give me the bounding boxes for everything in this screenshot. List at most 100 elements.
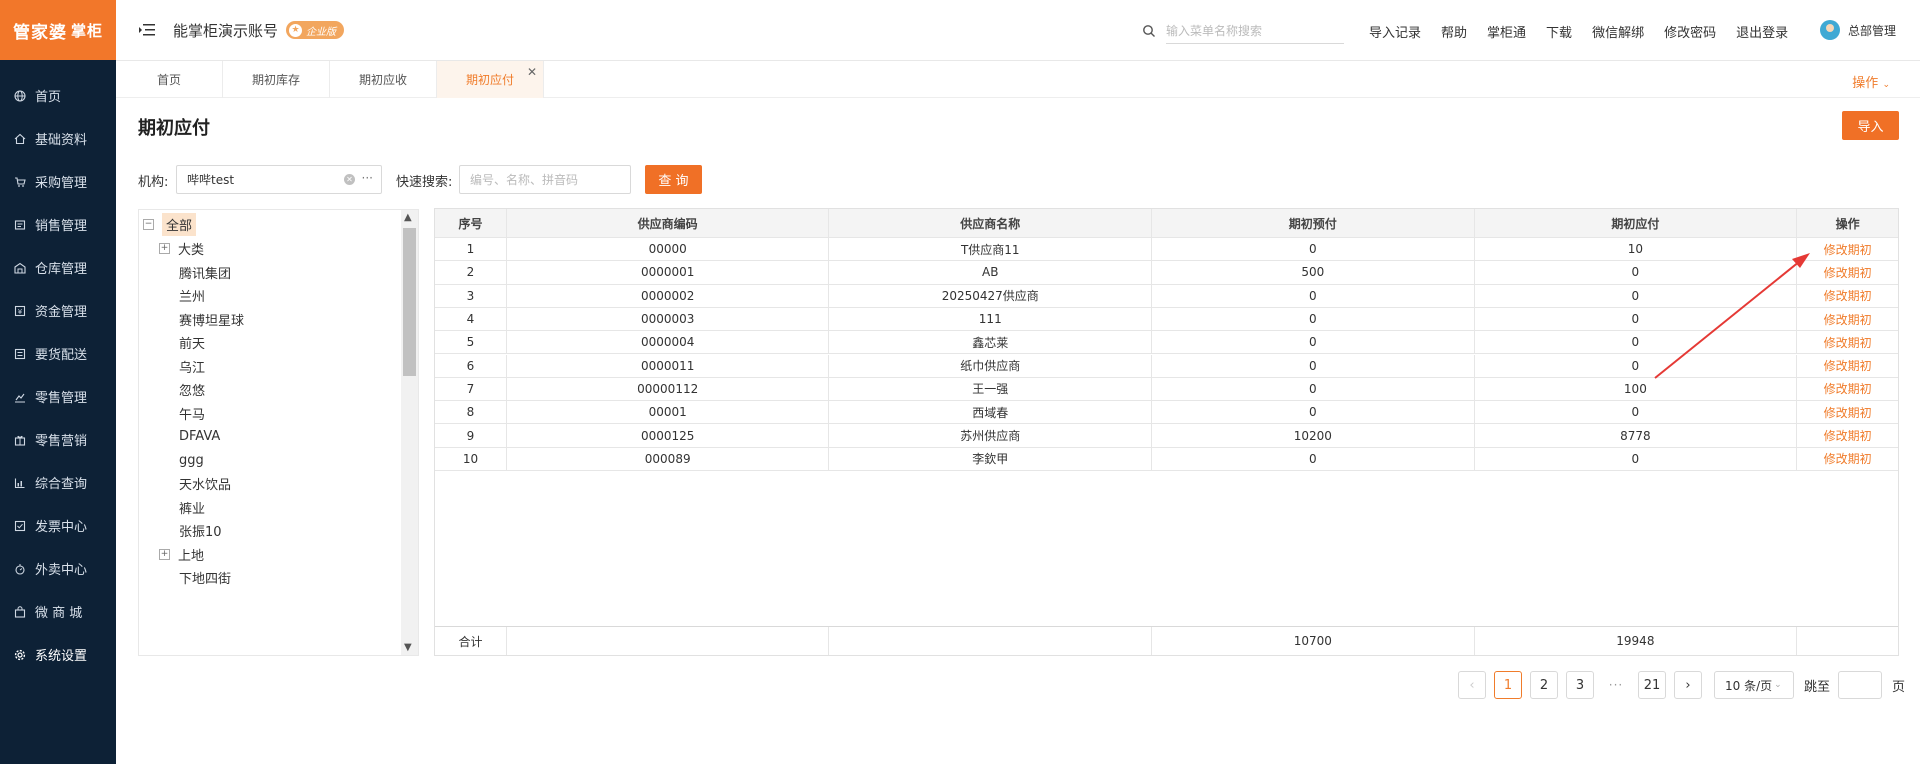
sidebar-item[interactable]: 销售管理 — [0, 203, 116, 246]
top-link[interactable]: 下载 — [1546, 22, 1572, 41]
tree-node[interactable]: 忽悠 — [179, 378, 205, 401]
top-link[interactable]: 修改密码 — [1664, 22, 1716, 41]
query-button[interactable]: 查 询 — [645, 165, 702, 194]
chart-icon — [14, 391, 26, 403]
edit-opening-link[interactable]: 修改期初 — [1824, 427, 1872, 444]
sidebar-item[interactable]: 要货配送 — [0, 332, 116, 375]
jump-input[interactable] — [1838, 671, 1883, 699]
menu-search-input[interactable] — [1166, 18, 1344, 44]
sidebar-item[interactable]: 外卖中心 — [0, 547, 116, 590]
tab-opening-receivable[interactable]: 期初应收 — [330, 61, 437, 98]
page-button[interactable]: 1 — [1494, 671, 1522, 699]
sidebar-item[interactable]: 微 商 城 — [0, 590, 116, 633]
sidebar-item[interactable]: 零售营销 — [0, 418, 116, 461]
tree-node-root[interactable]: − 全部 — [143, 213, 197, 236]
sidebar-item[interactable]: 仓库管理 — [0, 246, 116, 289]
sidebar-item[interactable]: 基础资料 — [0, 117, 116, 160]
quick-search-label: 快速搜索: — [396, 175, 453, 190]
edition-label: 企业版 — [306, 26, 337, 38]
edit-opening-cell: 修改期初 — [1797, 261, 1898, 283]
org-selector[interactable]: 哔哔test ✕ ··· — [176, 165, 382, 194]
tab-label: 首页 — [156, 73, 181, 87]
prev-page-button[interactable]: ‹ — [1458, 671, 1486, 699]
user-menu[interactable]: 总部管理 — [1819, 20, 1896, 40]
edit-opening-link[interactable]: 修改期初 — [1824, 241, 1872, 258]
table-cell: 10 — [435, 447, 507, 470]
page-size-select[interactable]: 10 条/页 ⌄ — [1714, 671, 1794, 699]
tree-node[interactable]: + 上地 — [159, 543, 204, 566]
tree-node[interactable]: 赛博坦星球 — [179, 308, 244, 331]
tab-label: 期初应付 — [465, 73, 514, 87]
collapse-icon[interactable]: − — [143, 219, 154, 230]
scroll-up-icon[interactable]: ▲ — [404, 212, 412, 223]
page-size-value: 10 条/页 — [1725, 678, 1773, 693]
tree-node[interactable]: 兰州 — [179, 284, 205, 307]
sidebar-item[interactable]: ¥ 资金管理 — [0, 289, 116, 332]
sidebar-item[interactable]: 首页 — [0, 74, 116, 117]
page-button[interactable]: 3 — [1566, 671, 1594, 699]
edit-opening-link[interactable]: 修改期初 — [1824, 450, 1872, 467]
tree-node[interactable]: 下地四街 — [179, 566, 231, 589]
tree-node-label: 乌江 — [179, 360, 206, 376]
page-button-last[interactable]: 21 — [1638, 671, 1666, 699]
edit-opening-link[interactable]: 修改期初 — [1824, 264, 1872, 281]
edit-opening-link[interactable]: 修改期初 — [1824, 334, 1872, 351]
top-link[interactable]: 掌柜通 — [1487, 22, 1526, 41]
header-cell: 供应商名称 — [829, 209, 1153, 237]
expand-icon[interactable]: + — [159, 548, 170, 560]
tree-node[interactable]: 乌江 — [179, 355, 205, 378]
table-cell: 0000001 — [507, 261, 830, 284]
top-link[interactable]: 微信解绑 — [1592, 22, 1644, 41]
sidebar-item[interactable]: 综合查询 — [0, 461, 116, 504]
search-icon[interactable] — [1142, 24, 1156, 38]
brand-logo[interactable]: 管家婆 掌柜 — [0, 0, 116, 60]
sidebar-item[interactable]: 零售管理 — [0, 375, 116, 418]
edit-opening-link[interactable]: 修改期初 — [1824, 287, 1872, 304]
tab-label: 期初库存 — [251, 73, 300, 87]
edit-opening-link[interactable]: 修改期初 — [1824, 380, 1872, 397]
top-link[interactable]: 退出登录 — [1736, 22, 1788, 41]
edit-opening-link[interactable]: 修改期初 — [1824, 357, 1872, 374]
payable-table: 序号 供应商编码 供应商名称 期初预付 期初应付 操作 合计 10700 199… — [434, 208, 1899, 656]
table-cell: T供应商11 — [829, 238, 1153, 261]
sidebar-item[interactable]: 系统设置 — [0, 633, 116, 676]
tree-node[interactable]: DFAVA — [179, 425, 220, 448]
sidebar-item[interactable]: 采购管理 — [0, 160, 116, 203]
tab-opening-payable[interactable]: 期初应付 ✕ — [437, 61, 544, 98]
table-cell: 0 — [1475, 331, 1798, 354]
table-cell: 0 — [1152, 401, 1475, 424]
menu-toggle-icon[interactable] — [139, 23, 155, 37]
scroll-down-icon[interactable]: ▼ — [404, 642, 412, 653]
edit-opening-link[interactable]: 修改期初 — [1824, 311, 1872, 328]
tree-node[interactable]: 裤业 — [179, 496, 205, 519]
tree-node[interactable]: ggg — [179, 449, 204, 472]
tree-node[interactable]: 腾讯集团 — [179, 261, 231, 284]
close-icon[interactable]: ✕ — [527, 65, 537, 79]
tree-node[interactable]: 午马 — [179, 402, 205, 425]
tree-node[interactable]: + 大类 — [159, 237, 204, 260]
import-button[interactable]: 导入 — [1842, 111, 1899, 140]
page-button[interactable]: 2 — [1530, 671, 1558, 699]
next-page-button[interactable]: › — [1674, 671, 1702, 699]
tree-node[interactable]: 天水饮品 — [179, 472, 231, 495]
sidebar-item[interactable]: 发票中心 — [0, 504, 116, 547]
table-row: 1 00000 T供应商11 0 10 修改期初 — [435, 238, 1898, 262]
user-name: 总部管理 — [1847, 23, 1896, 38]
tab-home[interactable]: 首页 — [116, 61, 223, 98]
tabs-operations-dropdown[interactable]: 操作 ⌄ — [1852, 72, 1890, 91]
tree-node[interactable]: 前天 — [179, 331, 205, 354]
expand-icon[interactable]: + — [159, 243, 170, 254]
tree-scrollbar[interactable]: ▲ ▼ — [401, 210, 418, 655]
top-link[interactable]: 帮助 — [1441, 22, 1467, 41]
tree-node[interactable]: 张振10 — [179, 519, 222, 542]
table-cell: 鑫芯莱 — [829, 331, 1153, 354]
more-icon[interactable]: ··· — [362, 171, 373, 185]
pager-ellipsis[interactable]: ··· — [1602, 678, 1630, 692]
table-cell: 100 — [1475, 377, 1798, 401]
quick-search-input[interactable] — [459, 165, 631, 194]
top-link[interactable]: 导入记录 — [1369, 22, 1421, 41]
edit-opening-link[interactable]: 修改期初 — [1824, 404, 1872, 421]
clear-icon[interactable]: ✕ — [344, 174, 355, 185]
scroll-thumb[interactable] — [403, 228, 416, 376]
tab-opening-stock[interactable]: 期初库存 — [223, 61, 330, 98]
